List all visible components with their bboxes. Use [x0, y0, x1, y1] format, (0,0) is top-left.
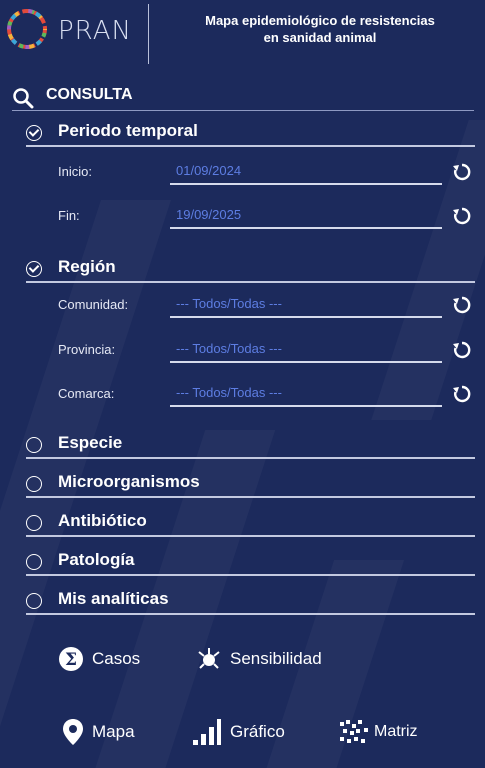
comunidad-label: Comunidad:: [58, 297, 129, 312]
antibiotico-checkbox[interactable]: [26, 515, 42, 531]
fin-date-field[interactable]: 19/09/2025: [170, 205, 442, 229]
comarca-value: --- Todos/Todas ---: [176, 385, 282, 400]
inicio-date-field[interactable]: 01/09/2024: [170, 161, 442, 185]
periodo-label: Periodo temporal: [58, 121, 198, 140]
especie-checkbox[interactable]: [26, 437, 42, 453]
grafico-button[interactable]: Gráfico: [192, 718, 285, 746]
provincia-label: Provincia:: [58, 342, 116, 357]
app-title: Mapa epidemiológico de resistencias en s…: [160, 12, 480, 46]
sensibilidad-button[interactable]: Sensibilidad: [196, 646, 322, 672]
mapa-label: Mapa: [92, 722, 135, 741]
pran-logo-icon: [7, 9, 47, 49]
map-pin-icon: [63, 719, 83, 745]
header-divider: [148, 4, 149, 64]
casos-button[interactable]: Σ Casos: [58, 646, 140, 672]
mis-analiticas-checkbox[interactable]: [26, 593, 42, 609]
app-title-line2: en sanidad animal: [263, 30, 377, 45]
app-header: PRAN Mapa epidemiológico de resistencias…: [0, 0, 485, 66]
matriz-label: Matriz: [374, 723, 418, 740]
sensibilidad-label: Sensibilidad: [230, 649, 322, 668]
fin-row: Fin: 19/09/2025: [58, 205, 476, 229]
casos-label: Casos: [92, 649, 141, 668]
grafico-label: Gráfico: [230, 722, 285, 741]
comarca-row: Comarca: --- Todos/Todas ---: [58, 383, 476, 407]
consulta-header[interactable]: CONSULTA: [12, 84, 474, 111]
app-title-line1: Mapa epidemiológico de resistencias: [205, 13, 435, 28]
reset-comunidad-icon[interactable]: [452, 295, 472, 315]
svg-text:Σ: Σ: [65, 650, 77, 670]
section-antibiotico[interactable]: Antibiótico: [26, 511, 475, 537]
matrix-icon: [340, 720, 368, 743]
sigma-icon: Σ: [59, 647, 83, 671]
region-label: Región: [58, 257, 116, 276]
provincia-value: --- Todos/Todas ---: [176, 341, 282, 356]
comunidad-value: --- Todos/Todas ---: [176, 296, 282, 311]
bar-chart-icon: [193, 719, 221, 745]
patologia-checkbox[interactable]: [26, 554, 42, 570]
reset-provincia-icon[interactable]: [452, 340, 472, 360]
comunidad-row: Comunidad: --- Todos/Todas ---: [58, 294, 476, 318]
bacteria-icon: [198, 648, 220, 669]
fin-label: Fin:: [58, 208, 80, 223]
reset-fin-icon[interactable]: [452, 206, 472, 226]
section-especie[interactable]: Especie: [26, 433, 475, 459]
mapa-button[interactable]: Mapa: [62, 718, 135, 746]
provincia-row: Provincia: --- Todos/Todas ---: [58, 339, 476, 363]
matriz-button[interactable]: Matriz: [340, 718, 418, 746]
fin-value: 19/09/2025: [176, 207, 242, 222]
consulta-label: CONSULTA: [46, 86, 133, 103]
region-checkbox[interactable]: [26, 261, 42, 277]
inicio-row: Inicio: 01/09/2024: [58, 161, 476, 185]
provincia-select[interactable]: --- Todos/Todas ---: [170, 339, 442, 363]
periodo-checkbox[interactable]: [26, 125, 42, 141]
inicio-label: Inicio:: [58, 164, 92, 179]
section-region[interactable]: Región: [26, 257, 475, 283]
section-patologia[interactable]: Patología: [26, 550, 475, 576]
microorganismos-checkbox[interactable]: [26, 476, 42, 492]
especie-label: Especie: [58, 433, 123, 452]
patologia-label: Patología: [58, 550, 135, 569]
antibiotico-label: Antibiótico: [58, 511, 147, 530]
reset-comarca-icon[interactable]: [452, 384, 472, 404]
microorganismos-label: Microorganismos: [58, 472, 200, 491]
reset-inicio-icon[interactable]: [452, 162, 472, 182]
section-microorganismos[interactable]: Microorganismos: [26, 472, 475, 498]
logo-text: PRAN: [58, 16, 132, 46]
comarca-select[interactable]: --- Todos/Todas ---: [170, 383, 442, 407]
section-mis-analiticas[interactable]: Mis analíticas: [26, 589, 475, 615]
comarca-label: Comarca:: [58, 386, 115, 401]
search-icon: [13, 88, 34, 109]
inicio-value: 01/09/2024: [176, 163, 242, 178]
section-periodo-temporal[interactable]: Periodo temporal: [26, 121, 475, 147]
comunidad-select[interactable]: --- Todos/Todas ---: [170, 294, 442, 318]
mis-analiticas-label: Mis analíticas: [58, 589, 169, 608]
